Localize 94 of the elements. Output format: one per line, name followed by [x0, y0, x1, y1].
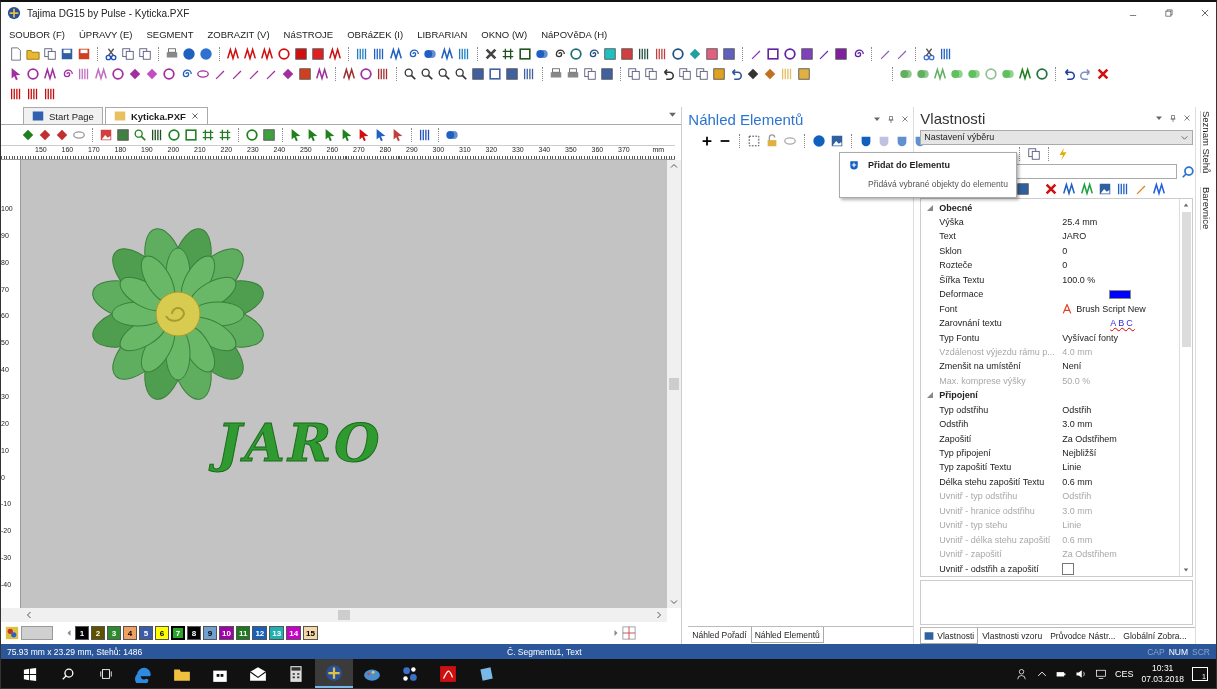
property-value: Linie [1062, 462, 1083, 473]
property-name: Odstřih [939, 419, 970, 430]
clock[interactable]: 10:31 07.03.2018 [1141, 662, 1184, 685]
property-value: Brush Script New [1076, 303, 1146, 314]
property-value: Odstřih [1062, 404, 1093, 415]
property-name: Typ odstřihu [939, 404, 990, 415]
property-value: Vyšívací fonty [1062, 332, 1119, 343]
property-name: Zarovnání textu [939, 318, 1003, 329]
menu-item[interactable]: ÚPRAVY (E) [78, 28, 133, 40]
panel-tab[interactable]: Globální Zobra... [1119, 628, 1191, 644]
property-value: Linie [1062, 520, 1083, 531]
property-name: Uvnitř - zapošití [939, 549, 1003, 560]
property-name: Vzdálenost výjezdu rámu p... [939, 346, 1056, 357]
property-name: Text [939, 231, 957, 242]
panel-tab[interactable]: Náhled Pořadí [688, 627, 751, 643]
color-swatch[interactable]: 10 [219, 626, 234, 640]
selection-dropdown[interactable]: Nastavení výběru [920, 129, 1193, 145]
color-swatch[interactable]: 1 [75, 626, 89, 640]
property-name: Uvnitř - typ stehu [939, 520, 1009, 531]
property-value: Není [1062, 361, 1083, 372]
color-swatch[interactable]: 6 [155, 626, 169, 640]
property-name: Max. komprese výšky [939, 375, 1027, 386]
category-label: Připojení [939, 390, 979, 401]
menu-item[interactable]: ZOBRAZIT (V) [207, 28, 270, 40]
property-name: Výška [939, 217, 965, 227]
property-name: Uvnitř - odstřih a zapošití [939, 563, 1040, 574]
property-value: 50.0 % [1062, 375, 1092, 386]
panel-tab[interactable]: Náhled Elementů [750, 627, 824, 643]
panel-title: Vlastnosti [920, 109, 987, 127]
property-name: Zapošití [939, 433, 973, 444]
property-name: Typ připojení [939, 448, 992, 458]
menu-item[interactable]: NáPOVěDA (H) [541, 28, 608, 40]
property-name: Typ Fontu [939, 332, 981, 343]
color-swatch[interactable]: 3 [107, 626, 121, 640]
panel-tab[interactable]: Vlastnosti [920, 628, 979, 644]
language-indicator[interactable]: CES [1114, 668, 1134, 679]
menu-item[interactable]: NáSTROJE [283, 28, 334, 40]
property-value: Nejbližší [1062, 448, 1098, 458]
color-swatch[interactable]: 5 [139, 626, 153, 640]
property-name: Deformace [939, 289, 985, 300]
property-value: Odstřih [1062, 491, 1093, 502]
color-swatch[interactable]: 14 [286, 626, 302, 640]
property-name: Typ zapošití Textu [939, 462, 1013, 473]
property-value: 3.0 mm [1062, 419, 1094, 430]
document-tab[interactable]: Start Page [23, 107, 103, 124]
tooltip-description: Přidává vybrané objekty do elementu [867, 179, 1008, 189]
property-name: Sklon [939, 245, 963, 256]
property-name: Uvnitř - délka stehu zapošití [939, 534, 1052, 545]
property-value: 100.0 % [1062, 274, 1097, 285]
panel-title: Náhled Elementů [688, 110, 805, 128]
property-value: Za Odstřihem [1062, 433, 1118, 444]
alignment-value: ABC [1110, 318, 1136, 329]
color-swatch[interactable]: 12 [252, 626, 268, 640]
property-value: JARO [1062, 231, 1088, 242]
color-swatch[interactable]: 11 [235, 626, 251, 640]
property-name: Font [939, 303, 959, 314]
property-value: 0 [1062, 260, 1069, 271]
color-swatch[interactable]: 8 [187, 626, 201, 640]
property-value: 0 [1062, 245, 1069, 256]
property-name: Zmenšit na umístění [939, 361, 1022, 372]
color-swatch[interactable]: 2 [91, 626, 105, 640]
menu-item[interactable]: LIBRARIAN [417, 28, 468, 40]
status-text: 75.93 mm x 23.29 mm, Stehů: 1486 [7, 646, 144, 657]
menu-item[interactable]: OKNO (W) [481, 28, 528, 40]
property-name: Rozteče [939, 260, 974, 271]
design-text: JARO [203, 410, 397, 480]
panel-tab[interactable]: Vlastnosti vzoru [978, 628, 1047, 644]
tooltip-title: Přidat do Elementu [868, 160, 950, 170]
menu-item[interactable]: SEGMENT [146, 28, 194, 40]
category-label: Obecné [939, 202, 974, 213]
document-tab[interactable]: Kyticka.PXF [104, 107, 208, 124]
menu-item[interactable]: SOUBOR (F) [9, 28, 65, 40]
color-swatch[interactable]: 4 [123, 626, 137, 640]
property-value: 0.6 mm [1062, 534, 1094, 545]
property-value: 3.0 mm [1062, 505, 1094, 516]
key-indicator: NUM [1168, 646, 1189, 657]
color-swatch[interactable]: 15 [303, 626, 318, 640]
property-name: Uvnitř - hranice odstřihu [939, 505, 1036, 516]
panel-tab[interactable]: Průvodce Nástr... [1046, 628, 1120, 644]
key-indicator: SCR [1192, 646, 1210, 657]
menu-item[interactable]: OBRáZEK (I) [347, 28, 404, 40]
status-text: Č. Segmentu1, Text [507, 646, 583, 657]
key-indicator: CAP [1147, 646, 1165, 657]
property-value: 4.0 mm [1062, 346, 1094, 357]
property-value: 25.4 mm [1062, 217, 1099, 227]
side-tab[interactable]: Seznam Stehů [1200, 111, 1212, 174]
property-name: Šířka Textu [939, 274, 986, 285]
window-title: Tajima DG15 by Pulse - Kyticka.PXF [27, 7, 191, 19]
color-swatch[interactable]: 9 [203, 626, 217, 640]
side-tab[interactable]: Barevnice [1200, 187, 1212, 230]
property-value: Za Odstřihem [1062, 549, 1118, 560]
property-value: 0.6 mm [1062, 476, 1094, 487]
property-name: Uvnitř - typ odstřihu [939, 491, 1019, 502]
property-name: Délka stehu zapošití Textu [939, 476, 1046, 487]
